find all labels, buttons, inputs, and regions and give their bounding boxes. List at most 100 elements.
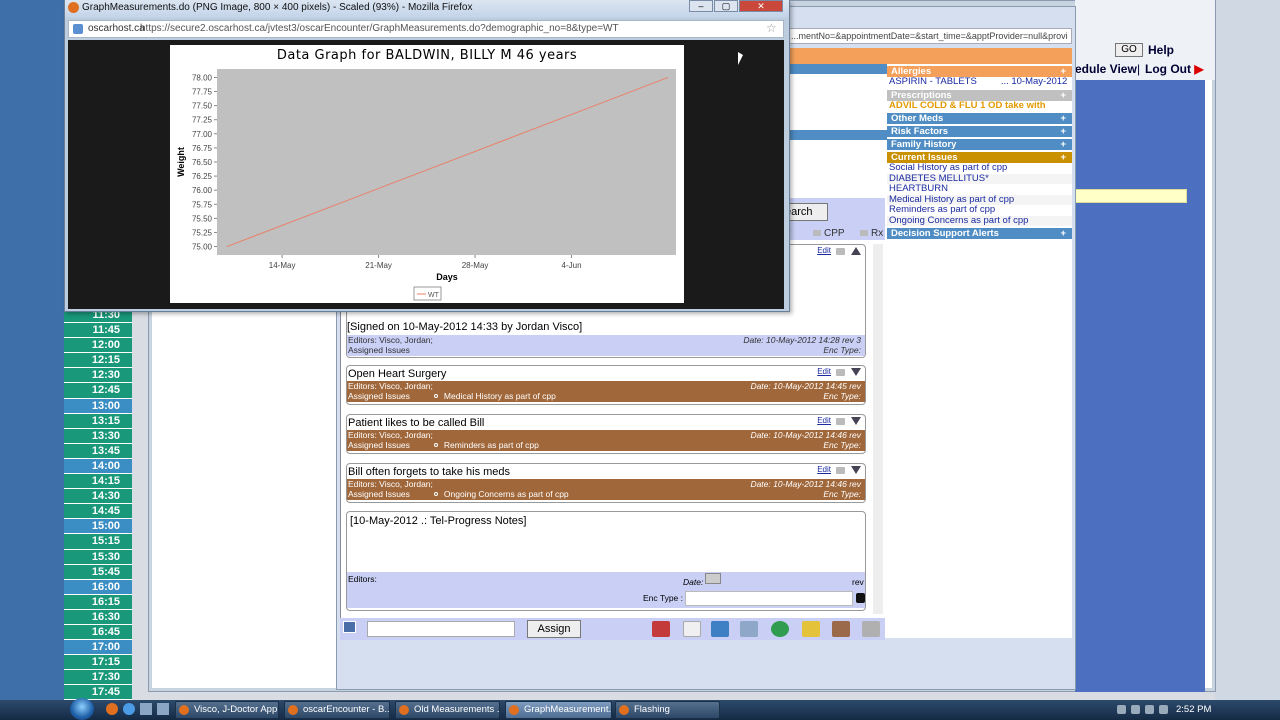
tray-power-icon[interactable] [1145,705,1154,714]
encounter-note[interactable]: Open Heart Surgery Edit Editors: Visco, Jo… [346,365,866,405]
current-issue-item[interactable]: Reminders as part of cpp [887,205,1072,216]
calendar-icon[interactable] [705,573,721,584]
schedule-time-slot[interactable]: 11:45 [64,323,132,339]
schedule-time-slot[interactable]: 16:15 [64,594,132,610]
current-issue-item[interactable]: Ongoing Concerns as part of cpp [887,215,1072,226]
verify-sign-icon[interactable] [740,621,758,637]
lock-icon[interactable] [802,621,820,637]
taskbar-button[interactable]: GraphMeasurement... [505,701,612,719]
close-button[interactable]: ✕ [739,0,783,12]
exit-icon[interactable] [832,621,850,637]
notes-scrollbar[interactable] [873,244,883,614]
plus-icon[interactable]: + [1060,152,1066,163]
edit-link[interactable]: Edit [817,246,831,255]
note-issue[interactable]: Medical History as part of cpp [444,391,556,401]
current-issue-item[interactable]: HEARTBURN [887,184,1072,195]
print-icon[interactable] [836,467,845,474]
enc-type-input[interactable] [685,591,853,606]
tab-rx[interactable]: Rx [860,228,883,239]
schedule-time-slot[interactable]: 15:45 [64,564,132,580]
expand-icon[interactable] [851,417,861,425]
schedule-time-slot[interactable]: 12:15 [64,353,132,369]
schedule-time-slot[interactable]: 15:30 [64,549,132,565]
prescriptions-header[interactable]: Prescriptions + [887,89,1072,101]
encounter-note[interactable]: Patient likes to be called Bill Edit Edito… [346,414,866,454]
taskbar-button[interactable]: oscarEncounter - B... [284,701,390,719]
tray-network-icon[interactable] [1131,705,1140,714]
edit-link[interactable]: Edit [817,416,831,425]
plus-icon[interactable]: + [1060,90,1066,101]
taskbar-button[interactable]: Flashing [615,701,720,719]
plus-icon[interactable]: + [1060,139,1066,150]
print-icon[interactable] [862,621,880,637]
encounter-note[interactable]: Bill often forgets to take his meds Edit E… [346,463,866,503]
issue-search-icon[interactable] [343,621,356,633]
schedule-time-slot[interactable]: 17:45 [64,685,132,701]
schedule-time-slot[interactable]: 12:00 [64,338,132,354]
expand-icon[interactable] [851,466,861,474]
schedule-time-slot[interactable]: 14:45 [64,504,132,520]
bookmark-star-icon[interactable]: ☆ [766,21,777,35]
current-issue-item[interactable]: Medical History as part of cpp [887,194,1072,205]
tray-volume-icon[interactable] [1159,705,1168,714]
site-identity-icon[interactable] [73,24,83,34]
billing-icon[interactable] [771,621,789,637]
schedule-time-slot[interactable]: 16:30 [64,609,132,625]
schedule-time-slot[interactable]: 15:00 [64,519,132,535]
allergy-item[interactable]: ASPIRIN - TABLETS ... 10-May-2012 [887,77,1072,88]
start-button-icon[interactable] [70,698,94,720]
chrome-pinned-icon[interactable] [123,703,135,715]
decision-support-header[interactable]: Decision Support Alerts + [887,228,1072,239]
schedule-time-slot[interactable]: 16:00 [64,579,132,595]
schedule-time-slot[interactable]: 16:45 [64,624,132,641]
maximize-button[interactable]: ▢ [714,0,738,12]
assign-button[interactable]: Assign [527,620,581,638]
plus-icon[interactable]: + [1060,126,1066,137]
tray-flag-icon[interactable] [1117,705,1126,714]
schedule-time-slot[interactable]: 17:15 [64,655,132,671]
taskbar-button[interactable]: Old Measurements ... [395,701,500,719]
allergies-header[interactable]: Allergies + [887,66,1072,77]
window-pinned-icon[interactable] [157,703,169,715]
schedule-time-slot[interactable]: 14:00 [64,458,132,475]
schedule-time-slot[interactable]: 13:00 [64,398,132,414]
download-icon[interactable] [856,593,865,603]
schedule-time-slot[interactable]: 13:45 [64,443,132,459]
schedule-time-slot[interactable]: 13:15 [64,413,132,429]
taskbar-button[interactable]: Visco, J-Doctor App... [175,701,279,719]
current-issues-header[interactable]: Current Issues + [887,152,1072,163]
sign-save-icon[interactable] [711,621,729,637]
schedule-time-slot[interactable]: 15:15 [64,534,132,550]
note-issue[interactable]: Reminders as part of cpp [444,440,539,450]
current-issue-item[interactable]: Social History as part of cpp [887,163,1072,174]
plus-icon[interactable]: + [1060,66,1066,77]
schedule-time-slot[interactable]: 12:45 [64,383,132,399]
new-note-icon[interactable] [683,621,701,637]
logout-link[interactable]: Log Out ▶ [1145,62,1204,76]
minimize-button[interactable]: – [689,0,713,12]
current-issue-item[interactable]: DIABETES MELLITUS* [887,173,1072,184]
risk-factors-header[interactable]: Risk Factors + [887,126,1072,137]
help-link[interactable]: Help [1148,43,1174,57]
assign-issue-input[interactable] [367,621,515,637]
schedule-time-slot[interactable]: 17:00 [64,640,132,656]
encounter-url-bar[interactable]: ...mentNo=&appointmentDate=&start_time=&… [787,28,1072,44]
go-button[interactable]: GO [1115,43,1143,57]
family-history-header[interactable]: Family History + [887,139,1072,150]
tab-cpp[interactable]: CPP [813,228,845,239]
explorer-pinned-icon[interactable] [140,703,152,715]
collapse-icon[interactable] [851,247,861,255]
note-issue[interactable]: Ongoing Concerns as part of cpp [444,489,569,499]
print-icon[interactable] [836,369,845,376]
schedule-time-slot[interactable]: 14:15 [64,474,132,490]
plus-icon[interactable]: + [1060,113,1066,124]
other-meds-header[interactable]: Other Meds + [887,113,1072,124]
schedule-time-slot[interactable]: 14:30 [64,489,132,505]
schedule-time-slot[interactable]: 13:30 [64,428,132,444]
plus-icon[interactable]: + [1060,228,1066,239]
prescription-item[interactable]: ADVIL COLD & FLU 1 OD take with [887,101,1072,112]
save-icon[interactable] [652,621,670,637]
edit-link[interactable]: Edit [817,465,831,474]
schedule-view-link[interactable]: edule View [1075,62,1137,76]
schedule-time-slot[interactable]: 12:30 [64,368,132,384]
